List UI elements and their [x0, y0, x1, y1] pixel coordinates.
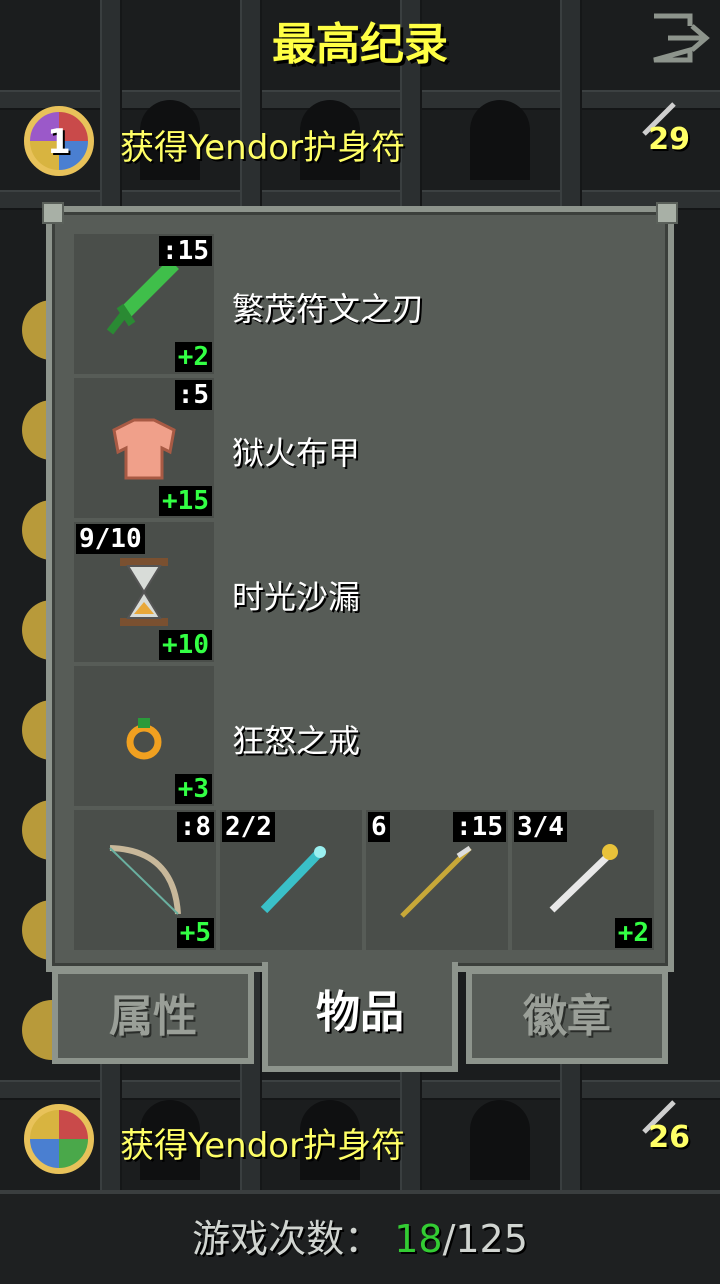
item-name: 时光沙漏 — [232, 578, 361, 616]
item-slot[interactable]: +3 — [74, 666, 214, 806]
item-level-tag: :15 — [159, 236, 212, 266]
games-played-label: 游戏次数： — [192, 1217, 383, 1261]
record-score: 26 — [648, 1120, 690, 1155]
quickslot-charges-tag: 2/2 — [222, 812, 275, 842]
item-bonus-tag: +10 — [159, 630, 212, 660]
quickslot-bonus-tag: +5 — [176, 918, 214, 948]
quickslot[interactable]: 2/2 — [220, 810, 362, 950]
tab-items-label: 物品 — [316, 987, 404, 1038]
item-level-tag: :5 — [174, 380, 212, 410]
tab-stats[interactable]: 属性 — [52, 968, 254, 1064]
item-row[interactable]: +3 狂怒之戒 — [74, 666, 634, 806]
games-won-count: 18 — [394, 1217, 443, 1261]
rank-badge: 1 — [24, 106, 94, 176]
tab-badges-label: 徽章 — [523, 991, 611, 1042]
quickslot-bar: :8 +5 2/2 6 :15 3/4 +2 — [74, 810, 654, 950]
item-row[interactable]: :15 +2 繁茂符文之刃 — [74, 234, 634, 374]
tab-stats-label: 属性 — [109, 991, 197, 1042]
quickslot-count-tag: 6 — [368, 812, 390, 842]
tab-badges[interactable]: 徽章 — [466, 968, 668, 1064]
record-row[interactable]: 1 获得Yendor护身符 29 — [0, 100, 720, 190]
window-corner — [656, 202, 678, 224]
item-row[interactable]: :5 +15 狱火布甲 — [74, 378, 634, 518]
item-slot[interactable]: 9/10 +10 — [74, 522, 214, 662]
item-name: 繁茂符文之刃 — [232, 290, 425, 328]
record-details-window: :15 +2 繁茂符文之刃 :5 +15 狱火布甲 9/10 +10 时光沙漏 — [42, 202, 678, 972]
item-charges-tag: 9/10 — [76, 524, 145, 554]
record-description: 获得Yendor护身符 — [120, 1126, 406, 1166]
quickslot[interactable]: 6 :15 — [366, 810, 508, 950]
quickslot-level-tag: :15 — [453, 812, 506, 842]
item-name: 狱火布甲 — [232, 434, 361, 472]
games-total-count: /125 — [442, 1217, 528, 1261]
exit-button[interactable] — [650, 12, 714, 64]
games-played: 游戏次数： 18/125 — [0, 1208, 720, 1263]
footer: 游戏次数： 18/125 — [0, 1190, 720, 1284]
item-row[interactable]: 9/10 +10 时光沙漏 — [74, 522, 634, 662]
quickslot[interactable]: 3/4 +2 — [512, 810, 654, 950]
record-row[interactable]: 获得Yendor护身符 26 — [0, 1098, 720, 1188]
exit-icon — [653, 13, 710, 63]
rank-badge — [24, 1104, 94, 1174]
quickslot[interactable]: :8 +5 — [74, 810, 216, 950]
quickslot-bonus-tag: +2 — [614, 918, 652, 948]
record-description: 获得Yendor护身符 — [120, 128, 406, 168]
window-corner — [42, 202, 64, 224]
item-bonus-tag: +15 — [159, 486, 212, 516]
item-bonus-tag: +2 — [174, 342, 212, 372]
rank-number: 1 — [47, 122, 71, 162]
item-slot[interactable]: :15 +2 — [74, 234, 214, 374]
quickslot-level-tag: :8 — [176, 812, 214, 842]
tab-items[interactable]: 物品 — [262, 962, 458, 1072]
item-slot[interactable]: :5 +15 — [74, 378, 214, 518]
item-bonus-tag: +3 — [174, 774, 212, 804]
quickslot-charges-tag: 3/4 — [514, 812, 567, 842]
item-name: 狂怒之戒 — [232, 722, 361, 760]
page-title: 最高纪录 — [272, 19, 448, 70]
record-score: 29 — [648, 122, 690, 157]
